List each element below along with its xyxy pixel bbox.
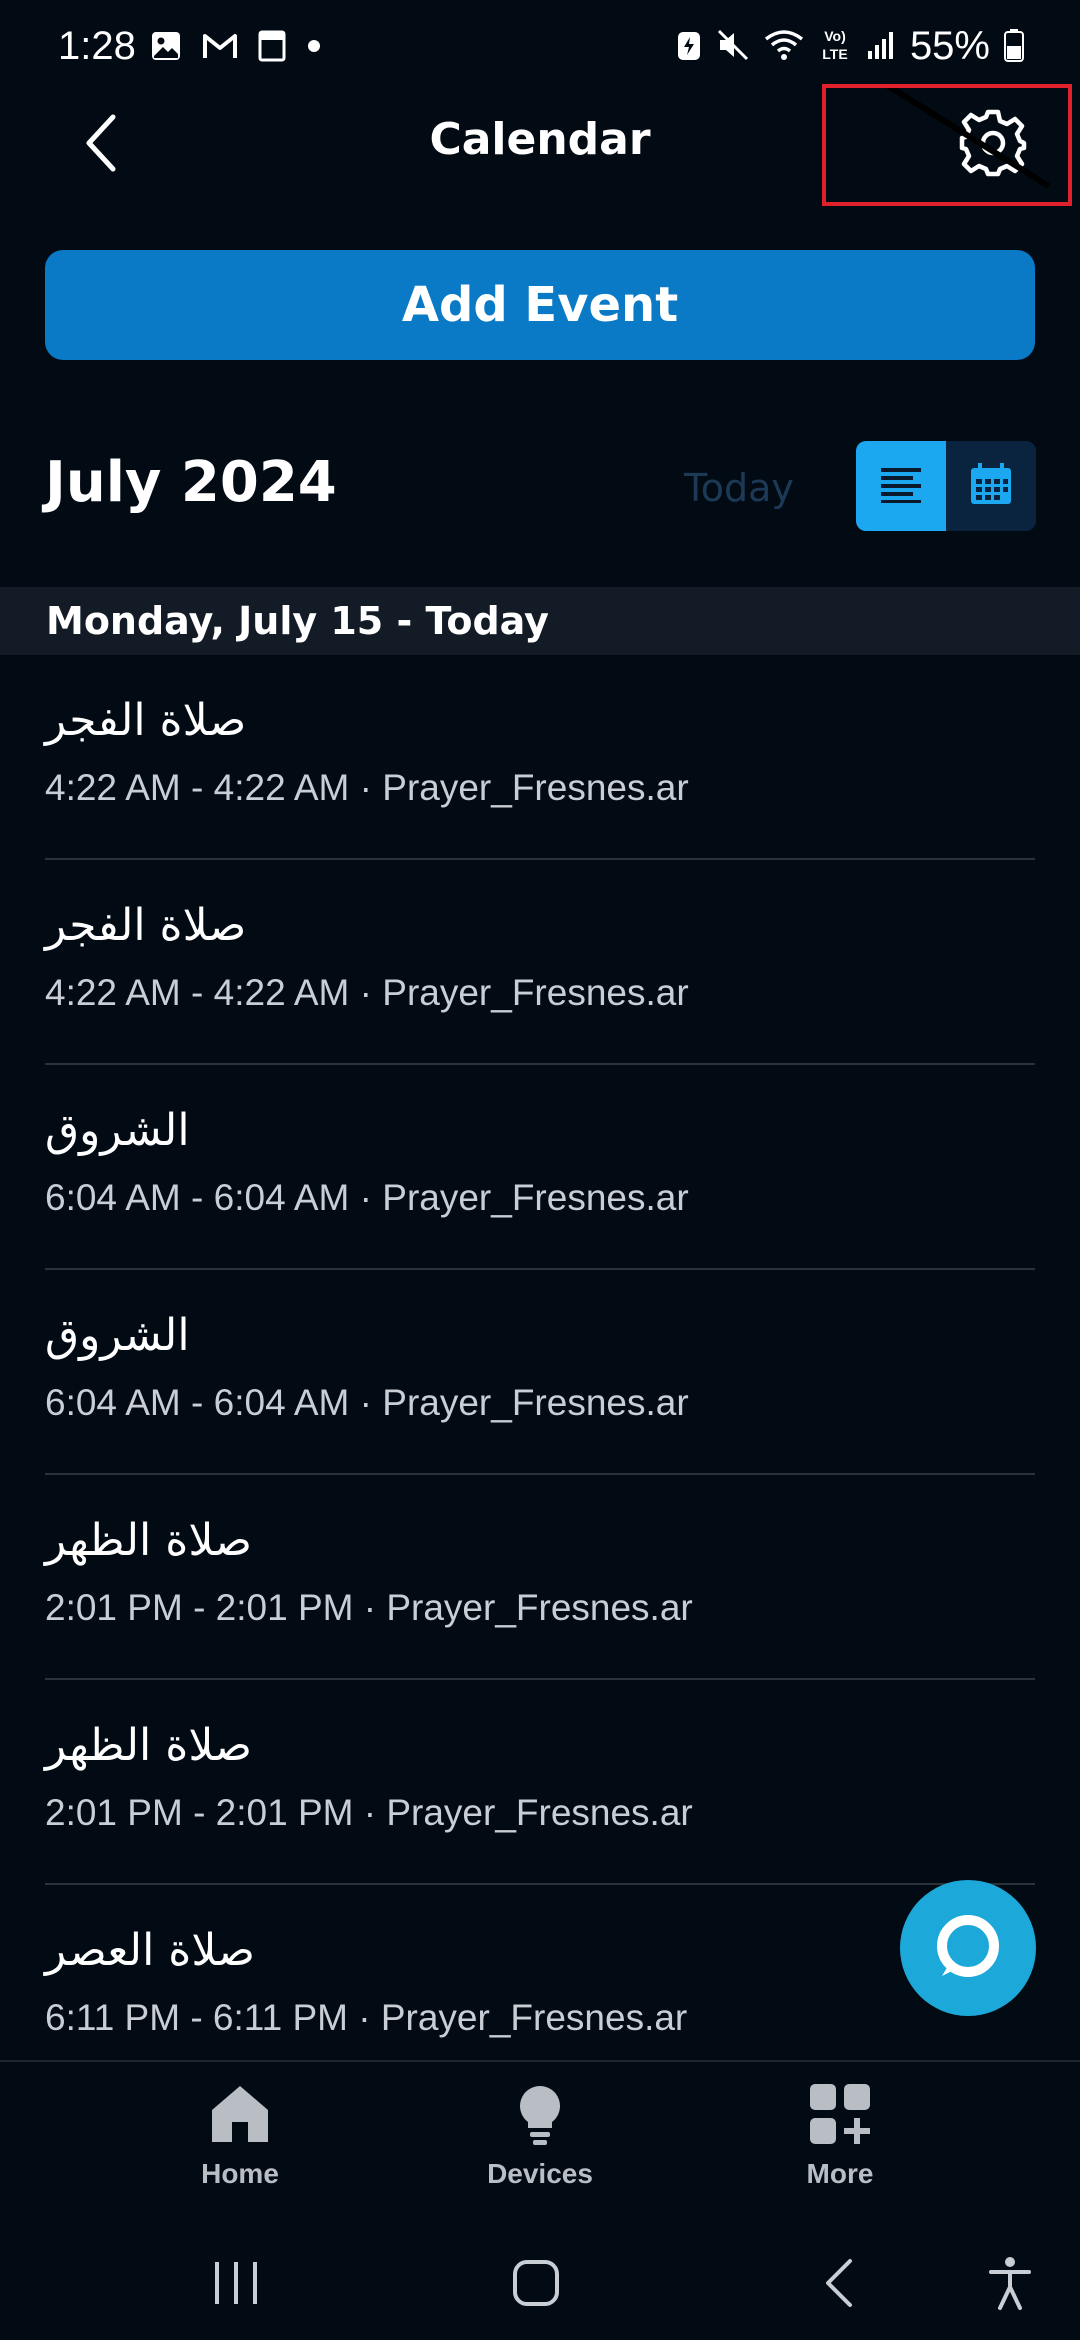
event-item[interactable]: صلاة الفجر 4:22 AM - 4:22 AM · Prayer_Fr… <box>45 655 1035 860</box>
event-title: الشروق <box>45 1310 190 1361</box>
bottom-nav: Home Devices More <box>0 2060 1080 2230</box>
event-item[interactable]: الشروق 6:04 AM - 6:04 AM · Prayer_Fresne… <box>45 1270 1035 1475</box>
image-icon <box>150 30 182 66</box>
alexa-button[interactable] <box>900 1880 1036 2016</box>
event-time: 4:22 AM - 4:22 AM · Prayer_Fresnes.ar <box>45 767 689 808</box>
dot-icon <box>306 38 322 58</box>
home-system-button[interactable] <box>496 2250 576 2320</box>
svg-text:LTE: LTE <box>822 46 847 62</box>
svg-text:Vo): Vo) <box>824 28 846 44</box>
event-item[interactable]: صلاة الفجر 4:22 AM - 4:22 AM · Prayer_Fr… <box>45 860 1035 1065</box>
event-time: 6:04 AM - 6:04 AM · Prayer_Fresnes.ar <box>45 1382 689 1423</box>
app-header: Calendar <box>0 84 1080 240</box>
event-title: صلاة الظهر <box>45 1515 252 1566</box>
nav-devices-label: Devices <box>487 2158 593 2189</box>
today-button[interactable]: Today <box>684 466 794 510</box>
event-item[interactable]: صلاة الظهر 2:01 PM - 2:01 PM · Prayer_Fr… <box>45 1680 1035 1885</box>
recent-apps-icon <box>211 2260 261 2310</box>
volte-icon: Vo) LTE <box>818 26 852 68</box>
event-time: 4:22 AM - 4:22 AM · Prayer_Fresnes.ar <box>45 972 689 1013</box>
add-event-button[interactable]: Add Event <box>45 250 1035 360</box>
event-title: صلاة العصر <box>45 1925 255 1976</box>
battery-saver-icon <box>676 28 702 66</box>
signal-icon <box>866 29 896 65</box>
status-time: 1:28 <box>58 24 136 68</box>
accessibility-button[interactable] <box>970 2250 1050 2320</box>
day-header: Monday, July 15 - Today <box>0 587 1080 655</box>
system-navigation-bar <box>0 2230 1080 2340</box>
system-status-icons: Vo) LTE 55% <box>676 24 1024 69</box>
list-view-icon <box>879 464 923 508</box>
calendar-grid-icon <box>969 462 1013 510</box>
event-time: 6:11 PM - 6:11 PM · Prayer_Fresnes.ar <box>45 1997 688 2038</box>
gmail-icon <box>202 31 238 65</box>
event-item[interactable]: الشروق 6:04 AM - 6:04 AM · Prayer_Fresne… <box>45 1065 1035 1270</box>
wifi-icon <box>764 29 804 65</box>
event-title: صلاة الفجر <box>45 695 247 746</box>
notes-icon <box>258 30 286 66</box>
nav-more-label: More <box>806 2158 874 2189</box>
alexa-icon <box>928 1906 1008 1990</box>
home-icon <box>208 2082 272 2150</box>
settings-button[interactable] <box>822 84 1072 206</box>
event-item[interactable]: صلاة الظهر 2:01 PM - 2:01 PM · Prayer_Fr… <box>45 1475 1035 1680</box>
calendar-view-button[interactable] <box>946 441 1036 531</box>
accessibility-icon <box>988 2255 1032 2315</box>
event-title: صلاة الفجر <box>45 900 247 951</box>
event-title: صلاة الظهر <box>45 1720 252 1771</box>
event-time: 2:01 PM - 2:01 PM · Prayer_Fresnes.ar <box>45 1587 693 1628</box>
home-square-icon <box>511 2258 561 2312</box>
lightbulb-icon <box>508 2082 572 2150</box>
notification-icons <box>150 30 322 66</box>
battery-percent: 55% <box>909 24 990 68</box>
view-toggle <box>856 441 1036 531</box>
nav-home-label: Home <box>201 2158 279 2189</box>
list-view-button[interactable] <box>856 441 946 531</box>
nav-devices[interactable]: Devices <box>440 2082 640 2190</box>
more-grid-icon <box>808 2082 872 2150</box>
event-list: صلاة الفجر 4:22 AM - 4:22 AM · Prayer_Fr… <box>0 655 1080 2060</box>
event-title: الشروق <box>45 1105 190 1156</box>
battery-icon <box>1004 28 1024 66</box>
recent-apps-button[interactable] <box>196 2250 276 2320</box>
event-time: 2:01 PM - 2:01 PM · Prayer_Fresnes.ar <box>45 1792 693 1833</box>
nav-home[interactable]: Home <box>140 2082 340 2190</box>
mute-icon <box>716 28 750 66</box>
system-back-icon <box>822 2258 858 2312</box>
event-time: 6:04 AM - 6:04 AM · Prayer_Fresnes.ar <box>45 1177 689 1218</box>
nav-more[interactable]: More <box>740 2082 940 2190</box>
gear-icon <box>958 108 1028 182</box>
system-back-button[interactable] <box>800 2250 880 2320</box>
month-title: July 2024 <box>45 450 337 515</box>
event-item[interactable]: صلاة العصر 6:11 PM - 6:11 PM · Prayer_Fr… <box>45 1885 1035 2060</box>
